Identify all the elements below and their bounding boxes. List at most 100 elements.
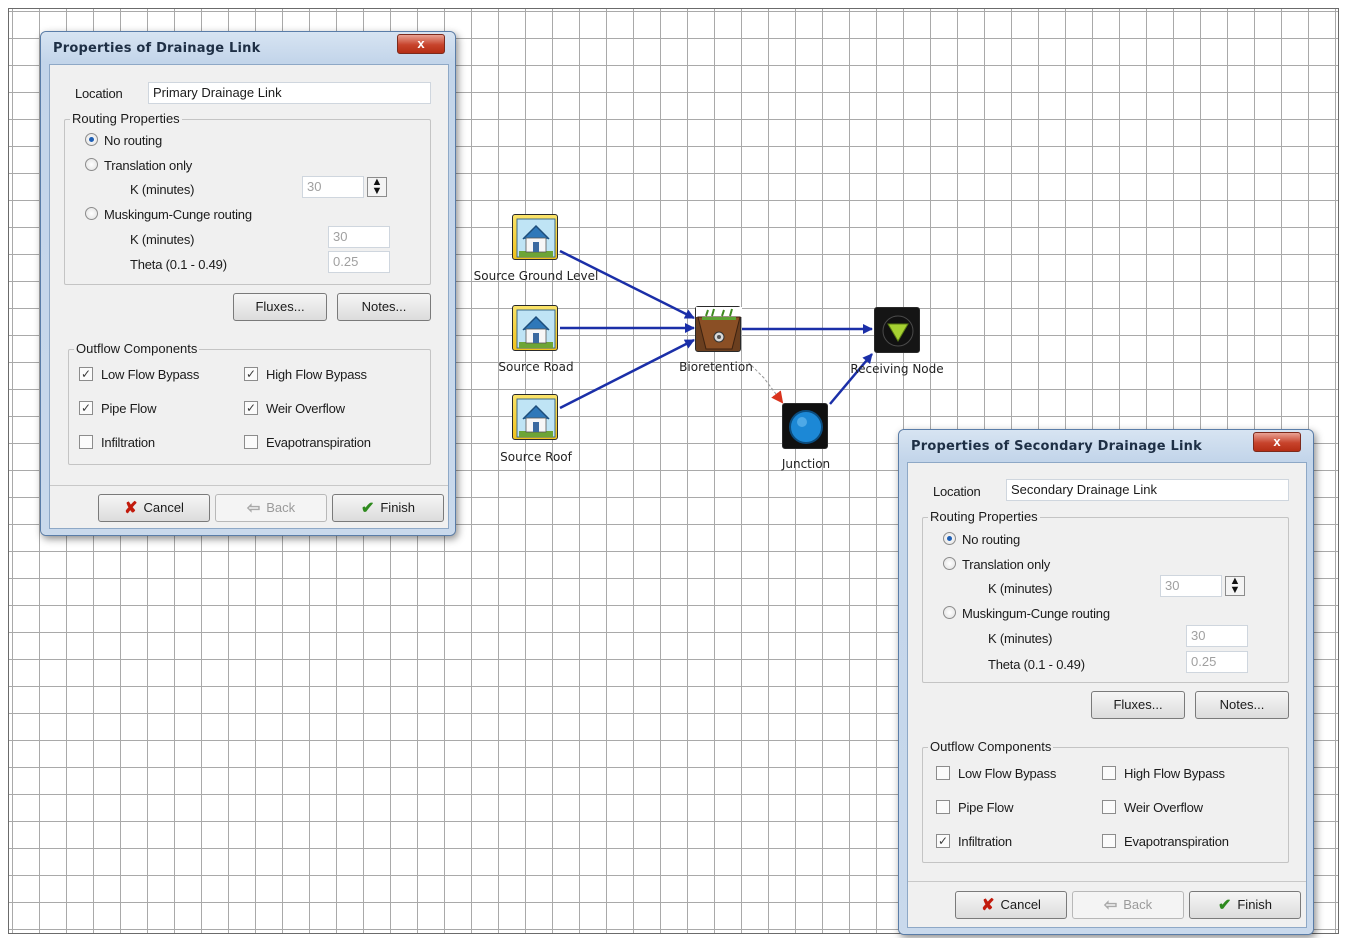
outflow-components-title: Outflow Components [928,739,1054,754]
muskingum-k-label: K (minutes) [130,232,195,247]
no-routing-label: No routing [104,133,162,148]
high-flow-bypass-label: High Flow Bypass [266,367,367,382]
cancel-label: Cancel [143,500,184,515]
no-routing-radio[interactable] [943,532,956,545]
back-button[interactable]: ⇦ Back [215,494,327,522]
node-junction[interactable] [782,403,830,451]
link-ground-to-bioretention[interactable] [559,249,695,320]
high-flow-bypass-checkbox[interactable] [1102,766,1116,780]
x-icon: ✘ [981,897,995,914]
routing-properties-title: Routing Properties [70,111,182,126]
dialog-title: Properties of Secondary Drainage Link [911,439,1202,454]
cancel-button[interactable]: ✘ Cancel [98,494,210,522]
translation-k-spinner[interactable]: ▲ ▼ [1225,576,1245,596]
outflow-components-title: Outflow Components [74,341,200,356]
cancel-label: Cancel [1000,897,1041,912]
muskingum-label: Muskingum-Cunge routing [962,606,1110,621]
finish-label: Finish [380,500,416,515]
low-flow-bypass-checkbox[interactable] [936,766,950,780]
muskingum-k-input[interactable]: 30 [328,226,390,248]
theta-input[interactable]: 0.25 [328,251,390,273]
muskingum-k-input[interactable]: 30 [1186,625,1248,647]
weir-overflow-checkbox[interactable]: ✓ [244,401,258,415]
x-icon: ✘ [124,500,138,517]
back-label: Back [266,500,296,515]
label-source-road: Source Road [498,360,574,374]
label-bioretention: Bioretention [679,360,753,374]
close-button[interactable]: x [1253,432,1301,452]
pipe-flow-label: Pipe Flow [958,800,1014,815]
infiltration-checkbox[interactable] [79,435,93,449]
translation-k-spinner[interactable]: ▲ ▼ [367,177,387,197]
weir-overflow-checkbox[interactable] [1102,800,1116,814]
fluxes-button[interactable]: Fluxes... [1091,691,1185,719]
translation-k-input[interactable]: 30 [1160,575,1222,597]
dialog-secondary-drainage-link: Properties of Secondary Drainage Link x … [898,429,1314,935]
bioretention-icon [695,306,742,352]
routing-properties-title: Routing Properties [928,509,1040,524]
link-roof-to-bioretention[interactable] [559,338,695,410]
muskingum-radio[interactable] [943,606,956,619]
infiltration-label: Infiltration [958,834,1012,849]
low-flow-bypass-checkbox[interactable]: ✓ [79,367,93,381]
location-input[interactable]: Secondary Drainage Link [1006,479,1289,501]
cancel-button[interactable]: ✘ Cancel [955,891,1067,919]
fluxes-button[interactable]: Fluxes... [233,293,327,321]
label-source-roof: Source Roof [500,450,572,464]
theta-input[interactable]: 0.25 [1186,651,1248,673]
evapotranspiration-checkbox[interactable] [244,435,258,449]
dialog-title: Properties of Drainage Link [53,41,261,56]
translation-k-input[interactable]: 30 [302,176,364,198]
low-flow-bypass-label: Low Flow Bypass [101,367,200,382]
house-icon [512,305,558,351]
infiltration-label: Infiltration [101,435,155,450]
node-source-road[interactable] [512,305,560,353]
node-receiving[interactable] [874,307,922,355]
back-button[interactable]: ⇦ Back [1072,891,1184,919]
dialog-client-area: Location Secondary Drainage Link Routing… [907,462,1307,928]
translation-only-label: Translation only [962,557,1051,572]
pipe-flow-checkbox[interactable] [936,800,950,814]
high-flow-bypass-label: High Flow Bypass [1124,766,1225,781]
notes-button[interactable]: Notes... [1195,691,1289,719]
checkmark-icon: ✔ [360,500,375,517]
theta-label: Theta (0.1 - 0.49) [988,657,1085,672]
node-source-roof[interactable] [512,394,560,442]
checkmark-icon: ✔ [1217,897,1232,914]
dialog-drainage-link: Properties of Drainage Link x Location P… [40,31,456,536]
pipe-flow-checkbox[interactable]: ✓ [79,401,93,415]
evapotranspiration-label: Evapotranspiration [1124,834,1229,849]
back-label: Back [1123,897,1153,912]
translation-k-label: K (minutes) [988,581,1053,596]
pipe-flow-label: Pipe Flow [101,401,157,416]
notes-button[interactable]: Notes... [337,293,431,321]
back-arrow-icon: ⇦ [246,500,261,517]
infiltration-checkbox[interactable]: ✓ [936,834,950,848]
high-flow-bypass-checkbox[interactable]: ✓ [244,367,258,381]
translation-only-label: Translation only [104,158,193,173]
weir-overflow-label: Weir Overflow [1124,800,1203,815]
evapotranspiration-checkbox[interactable] [1102,834,1116,848]
muskingum-radio[interactable] [85,207,98,220]
evapotranspiration-label: Evapotranspiration [266,435,371,450]
finish-button[interactable]: ✔ Finish [1189,891,1301,919]
translation-k-label: K (minutes) [130,182,195,197]
weir-overflow-label: Weir Overflow [266,401,345,416]
dialog-client-area: Location Primary Drainage Link Routing P… [49,64,449,529]
low-flow-bypass-label: Low Flow Bypass [958,766,1057,781]
dialog-button-bar [908,881,1306,882]
no-routing-radio[interactable] [85,133,98,146]
secondary-link-bioretention-to-junction[interactable] [747,361,784,404]
translation-only-radio[interactable] [943,557,956,570]
node-source-ground-level[interactable] [512,214,560,262]
location-input[interactable]: Primary Drainage Link [148,82,431,104]
finish-button[interactable]: ✔ Finish [332,494,444,522]
finish-label: Finish [1237,897,1273,912]
close-button[interactable]: x [397,34,445,54]
label-receiving-node: Receiving Node [850,362,944,376]
back-arrow-icon: ⇦ [1103,897,1118,914]
translation-only-radio[interactable] [85,158,98,171]
node-bioretention[interactable] [695,306,743,354]
theta-label: Theta (0.1 - 0.49) [130,257,227,272]
house-icon [512,214,558,260]
